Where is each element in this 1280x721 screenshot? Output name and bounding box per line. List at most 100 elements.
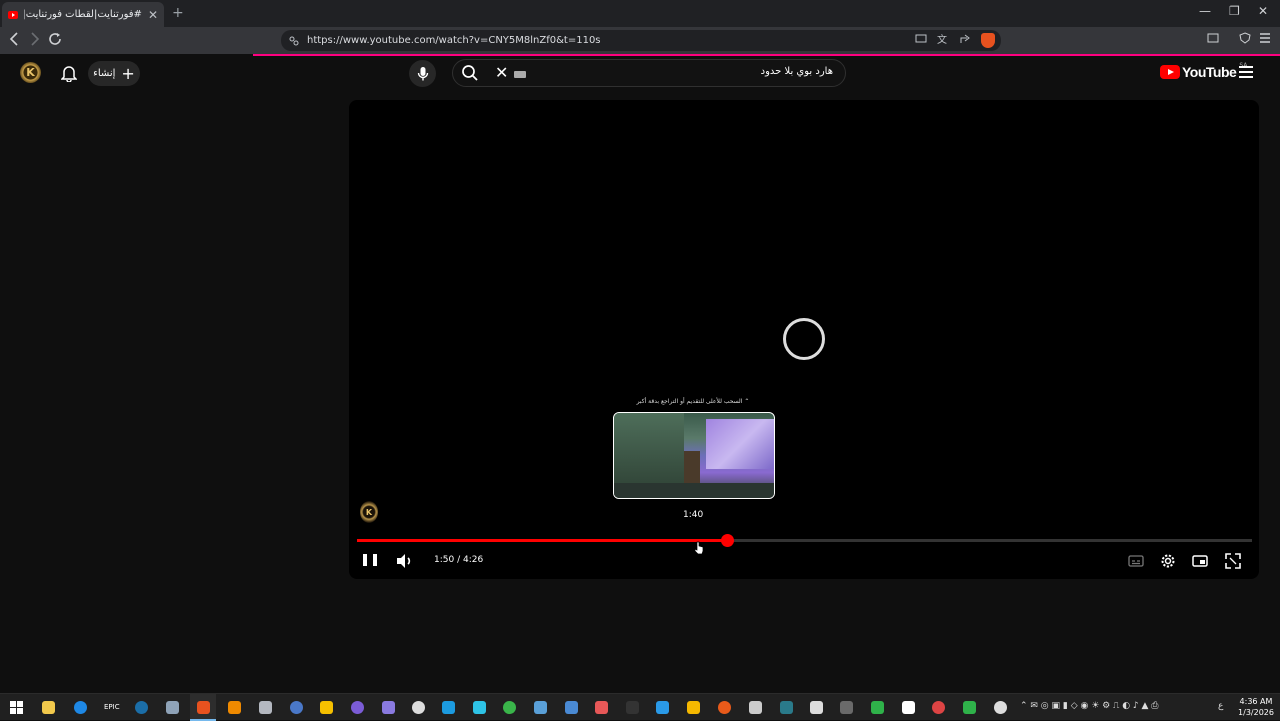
- youtube-header: K إنشاء + ✕ YouTube SA: [0, 56, 1280, 92]
- subtitles-icon[interactable]: [1128, 553, 1144, 569]
- brave-shields-icon[interactable]: [981, 33, 995, 48]
- svg-text:文: 文: [937, 33, 947, 45]
- app-icon[interactable]: [595, 701, 608, 714]
- progress-played: [357, 539, 727, 542]
- video-player[interactable]: ⌃ السحب للأعلى للتقديم أو التراجع بدقة أ…: [349, 100, 1259, 579]
- app-icon[interactable]: [780, 701, 793, 714]
- notifications-icon[interactable]: [61, 64, 77, 82]
- steam-icon[interactable]: [135, 701, 148, 714]
- create-label: إنشاء: [93, 68, 116, 79]
- app-icon[interactable]: [351, 701, 364, 714]
- file-explorer-icon[interactable]: [42, 701, 55, 714]
- youtube-favicon-icon: [8, 10, 18, 19]
- app-icon[interactable]: [656, 701, 669, 714]
- drag-hint-text: السحب للأعلى للتقديم أو التراجع بدقة أكب…: [636, 398, 743, 405]
- voice-search-button[interactable]: [409, 60, 436, 87]
- app-icon[interactable]: [503, 701, 516, 714]
- reload-icon[interactable]: [48, 32, 62, 46]
- app-icon[interactable]: [902, 701, 915, 714]
- plus-icon: +: [121, 63, 135, 83]
- edge-icon[interactable]: [74, 701, 87, 714]
- steelseries-icon[interactable]: [412, 701, 425, 714]
- windows-start-icon[interactable]: [10, 701, 23, 714]
- minimize-button[interactable]: —: [1199, 4, 1211, 18]
- address-bar[interactable]: https://www.youtube.com/watch?v=CNY5M8ln…: [281, 30, 1001, 51]
- settings-gear-icon[interactable]: [1160, 553, 1176, 569]
- progress-bar[interactable]: [357, 534, 1252, 547]
- windows-taskbar: EPIC ⌃ ✉ ◎ ▣ ▮ ◇ ◉ ☀ ⚙ ⎍ ◐ ♪ ▲ ⎙ ع 4:36 …: [0, 693, 1280, 721]
- clear-search-button[interactable]: ✕: [495, 63, 508, 82]
- microphone-icon: [417, 66, 428, 80]
- watermark-letter: K: [365, 507, 373, 517]
- logo-text: YouTube: [1182, 64, 1237, 80]
- app-icon[interactable]: [749, 701, 762, 714]
- app-icon[interactable]: [166, 701, 179, 714]
- app-icon[interactable]: [534, 701, 547, 714]
- app-icon[interactable]: [994, 701, 1007, 714]
- share-icon[interactable]: [959, 33, 971, 45]
- volume-icon[interactable]: [396, 553, 414, 569]
- vlc-icon[interactable]: [228, 701, 241, 714]
- back-icon[interactable]: [9, 32, 19, 46]
- scrubber-handle[interactable]: [720, 534, 734, 547]
- seek-drag-hint: ⌃ السحب للأعلى للتقديم أو التراجع بدقة أ…: [633, 398, 753, 405]
- browser-menu-icon[interactable]: [1259, 32, 1271, 44]
- language-indicator[interactable]: ع: [1218, 701, 1223, 711]
- app-icon[interactable]: [810, 701, 823, 714]
- theater-mode-icon[interactable]: [1192, 553, 1208, 569]
- epic-games-icon[interactable]: EPIC: [104, 701, 120, 714]
- site-info-icon[interactable]: [289, 36, 299, 46]
- search-box[interactable]: ✕: [452, 59, 846, 87]
- app-icon[interactable]: [259, 701, 272, 714]
- app-icon[interactable]: [932, 701, 945, 714]
- app-icon[interactable]: [320, 701, 333, 714]
- app-icon[interactable]: [840, 701, 853, 714]
- youtube-logo[interactable]: YouTube SA: [1160, 62, 1247, 80]
- app-icon[interactable]: [626, 701, 639, 714]
- search-icon[interactable]: [461, 64, 479, 82]
- fullscreen-icon[interactable]: [1225, 553, 1241, 569]
- app-icon[interactable]: [442, 701, 455, 714]
- rockstar-icon[interactable]: [687, 701, 700, 714]
- time-display: 1:50 / 4:26: [434, 555, 483, 565]
- origin-icon[interactable]: [718, 701, 731, 714]
- channel-watermark[interactable]: K: [360, 501, 378, 523]
- loading-spinner-icon: [783, 318, 825, 360]
- keyboard-icon[interactable]: [514, 71, 526, 78]
- app-icon[interactable]: [565, 701, 578, 714]
- app-icon[interactable]: [473, 701, 486, 714]
- pause-button[interactable]: [363, 554, 377, 568]
- forward-icon[interactable]: [30, 32, 40, 46]
- vpn-shield-icon[interactable]: [1239, 32, 1251, 44]
- clock-time: 4:36 AM: [1239, 697, 1273, 706]
- search-input[interactable]: [553, 66, 833, 77]
- seek-preview-thumbnail: [613, 412, 775, 499]
- brave-browser-icon[interactable]: [197, 701, 210, 714]
- chevron-up-icon: ⌃: [742, 398, 750, 405]
- translate-icon[interactable]: 文: [937, 33, 949, 45]
- guide-menu-icon[interactable]: [1239, 66, 1253, 78]
- time-total: 4:26: [462, 555, 484, 565]
- restore-button[interactable]: ❐: [1229, 4, 1240, 18]
- tab-close-button[interactable]: ✕: [148, 8, 158, 22]
- mouse-cursor-icon: [694, 541, 704, 555]
- url-text[interactable]: https://www.youtube.com/watch?v=CNY5M8ln…: [307, 35, 601, 46]
- new-tab-button[interactable]: +: [172, 5, 184, 21]
- app-icon[interactable]: [963, 701, 976, 714]
- avatar[interactable]: K: [20, 62, 41, 83]
- system-clock[interactable]: 4:36 AM 1/3/2026: [1236, 696, 1276, 718]
- close-window-button[interactable]: ✕: [1258, 4, 1268, 18]
- app-icon[interactable]: [290, 701, 303, 714]
- cast-icon[interactable]: [915, 33, 927, 45]
- tab-title: #فورتنايت|لقطات فورتنايت|FORTNITE: [24, 9, 142, 20]
- time-current: 1:50: [434, 555, 455, 565]
- game-controller-icon[interactable]: [382, 701, 395, 714]
- create-button[interactable]: إنشاء +: [88, 61, 140, 86]
- app-icon[interactable]: [871, 701, 884, 714]
- epic-label: EPIC: [104, 703, 120, 711]
- wallet-icon[interactable]: [1207, 32, 1219, 44]
- tray-icons[interactable]: ⌃ ✉ ◎ ▣ ▮ ◇ ◉ ☀ ⚙ ⎍ ◐ ♪ ▲ ⎙: [1020, 701, 1159, 711]
- browser-tab[interactable]: #فورتنايت|لقطات فورتنايت|FORTNITE ✕: [2, 2, 164, 27]
- browser-toolbar: https://www.youtube.com/watch?v=CNY5M8ln…: [0, 27, 1280, 54]
- time-separator: /: [454, 555, 463, 565]
